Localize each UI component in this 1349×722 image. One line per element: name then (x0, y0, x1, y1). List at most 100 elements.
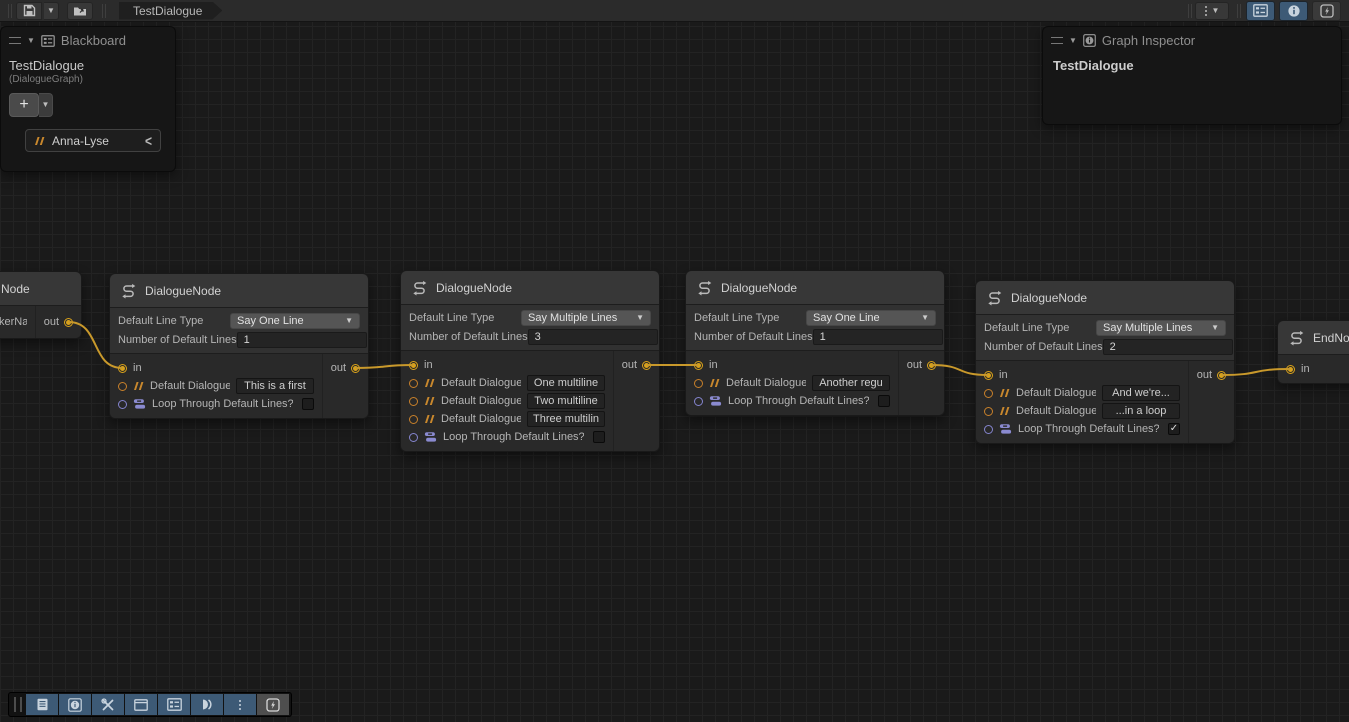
bottom-toolbar[interactable] (8, 692, 292, 717)
dialogue-line-field[interactable]: This is a first (236, 378, 314, 394)
node-header[interactable]: DialogueNode (976, 281, 1234, 315)
node-header[interactable]: DialogueNode (110, 274, 368, 308)
toolbar-drag-handle[interactable] (14, 697, 22, 712)
node-header[interactable]: DialogueNode (686, 271, 944, 305)
quote-icon (133, 381, 144, 391)
blackboard-variable-anna-lyse[interactable]: Anna-Lyse < (25, 129, 161, 152)
text-input-number-of-default-lines[interactable]: 2 (1103, 339, 1233, 355)
toggle-bolt-button[interactable] (1312, 1, 1341, 21)
output-ports-column: out (322, 354, 368, 418)
port-out[interactable] (927, 361, 936, 370)
port-default-dialogue-line-1[interactable] (409, 379, 418, 388)
dialogue-line-field[interactable]: One multiline (527, 375, 605, 391)
text-input-number-of-default-lines[interactable]: 3 (528, 329, 658, 345)
port-in[interactable] (984, 371, 993, 380)
port-default-dialogue-line[interactable] (118, 382, 127, 391)
node-header[interactable]: Node (0, 272, 81, 306)
dropdown-value: Say Multiple Lines (528, 312, 617, 324)
port-loop-through-default-lines-[interactable] (694, 397, 703, 406)
graph-inspector-header[interactable]: ▼ Graph Inspector (1043, 27, 1341, 54)
loop-checkbox[interactable] (593, 431, 605, 443)
window-button[interactable] (125, 694, 157, 715)
tools-button[interactable] (92, 694, 124, 715)
floppy-icon (23, 4, 36, 17)
port-loop-through-default-lines-[interactable] (984, 425, 993, 434)
port-out[interactable] (1217, 371, 1226, 380)
open-asset-button[interactable] (67, 2, 93, 20)
node-dialoguenode[interactable]: DialogueNodeDefault Line TypeSay Multipl… (975, 280, 1235, 444)
port-default-dialogue-line-3[interactable] (409, 415, 418, 424)
toggle-blackboard-button[interactable] (1246, 1, 1275, 21)
loop-checkbox[interactable] (302, 398, 314, 410)
transition-button[interactable] (191, 694, 223, 715)
loop-bool-icon (999, 423, 1012, 435)
add-variable-options-button[interactable]: ▼ (39, 93, 53, 117)
port-loop-through-default-lines-[interactable] (409, 433, 418, 442)
port-label: Default Dialogue Line 1 (1016, 387, 1096, 399)
dropdown-default-line-type[interactable]: Say One Line▼ (806, 310, 936, 326)
bolt-button[interactable] (257, 694, 289, 715)
dropdown-default-line-type[interactable]: Say One Line▼ (230, 313, 360, 329)
dialogue-line-field[interactable]: ...in a loop (1102, 403, 1180, 419)
port-row: Loop Through Default Lines?✓ (976, 420, 1188, 438)
blackboard-icon (41, 35, 55, 47)
save-options-button[interactable]: ▼ (44, 2, 59, 20)
dialogue-line-field[interactable]: Another regu (812, 375, 890, 391)
info-button[interactable] (59, 694, 91, 715)
port-in[interactable] (118, 364, 127, 373)
node-dialoguenode[interactable]: DialogueNode Default Line TypeSay One Lin… (109, 273, 369, 419)
port-in[interactable] (1286, 365, 1295, 374)
add-variable-button[interactable]: + (9, 93, 39, 117)
text-input-number-of-default-lines[interactable]: 1 (813, 329, 943, 345)
property-label: Default Line Type (118, 315, 230, 327)
caret-down-icon: ▼ (345, 317, 353, 325)
dialogue-line-field[interactable]: Three multilin (527, 411, 605, 427)
port-out[interactable] (64, 318, 73, 327)
blackboard-panel[interactable]: ▼ Blackboard TestDialogue (DialogueGraph… (0, 26, 176, 172)
loop-checkbox[interactable] (878, 395, 890, 407)
node-header[interactable]: EndNode (1278, 321, 1349, 355)
overflow-menu-button[interactable]: ▼ (1195, 2, 1229, 20)
blackboard-panel-header[interactable]: ▼ Blackboard (1, 27, 175, 54)
collapse-chevron-icon[interactable]: < (145, 132, 152, 149)
node-dialoguenode[interactable]: DialogueNodeDefault Line TypeSay Multipl… (400, 270, 660, 452)
dialogue-line-field[interactable]: Two multiline (527, 393, 605, 409)
node-dialoguenode[interactable]: DialogueNodeDefault Line TypeSay One Lin… (685, 270, 945, 416)
dropdown-default-line-type[interactable]: Say Multiple Lines▼ (1096, 320, 1226, 336)
port-default-dialogue-line-2[interactable] (984, 407, 993, 416)
port-loop-through-default-lines-[interactable] (118, 400, 127, 409)
breadcrumb-tab[interactable]: TestDialogue (119, 2, 222, 20)
property-row: Default Line TypeSay Multiple Lines▼ (409, 310, 651, 326)
quote-icon (424, 378, 435, 388)
port-default-dialogue-line[interactable] (694, 379, 703, 388)
port-row: in (401, 356, 613, 374)
node-endnode[interactable]: EndNodein (1277, 320, 1349, 384)
dialogue-line-field[interactable]: And we're... (1102, 385, 1180, 401)
toolbar-separator (102, 4, 103, 18)
loop-checkbox[interactable]: ✓ (1168, 423, 1180, 435)
foldout-triangle-icon[interactable]: ▼ (27, 37, 35, 45)
node-header[interactable]: DialogueNode (401, 271, 659, 305)
blackboard-button[interactable] (158, 694, 190, 715)
toggle-graph-inspector-button[interactable] (1279, 1, 1308, 21)
node-node[interactable]: NodekerNameout (0, 271, 82, 339)
port-in[interactable] (694, 361, 703, 370)
foldout-triangle-icon[interactable]: ▼ (1069, 37, 1077, 45)
node-title: DialogueNode (436, 281, 512, 295)
port-in[interactable] (409, 361, 418, 370)
loop-bool-icon (424, 431, 437, 443)
document-button[interactable] (26, 694, 58, 715)
port-default-dialogue-line-1[interactable] (984, 389, 993, 398)
graph-inspector-panel[interactable]: ▼ Graph Inspector TestDialogue (1042, 26, 1342, 125)
dropdown-default-line-type[interactable]: Say Multiple Lines ▼ (521, 310, 651, 326)
kebab-icon (1205, 6, 1207, 16)
port-default-dialogue-line-2[interactable] (409, 397, 418, 406)
port-out[interactable] (351, 364, 360, 373)
caret-down-icon: ▼ (921, 314, 929, 322)
text-input-number-of-default-lines[interactable]: 1 (237, 332, 367, 348)
port-out[interactable] (642, 361, 651, 370)
overflow-button[interactable] (224, 694, 256, 715)
port-row: Default Dialogue Line 2...in a loop (976, 402, 1188, 420)
caret-down-icon: ▼ (636, 314, 644, 322)
save-button[interactable] (16, 2, 42, 20)
